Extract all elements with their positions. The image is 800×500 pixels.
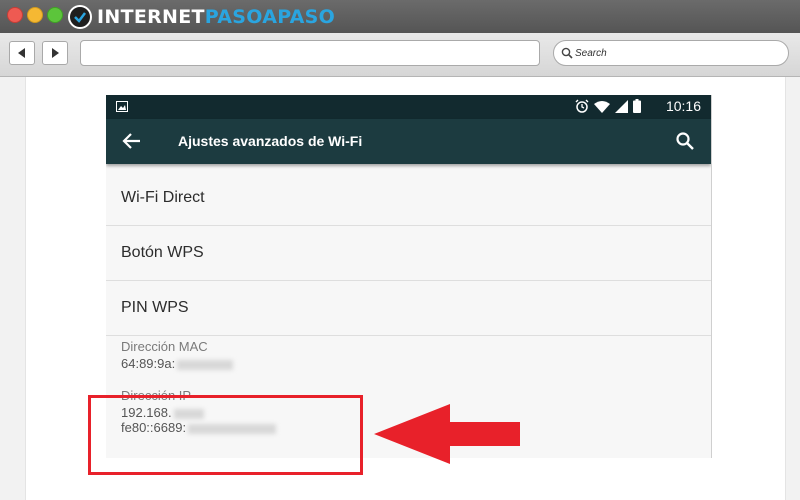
page-title: Ajustes avanzados de Wi-Fi (178, 133, 363, 149)
image-icon (116, 101, 128, 112)
search-icon (561, 47, 573, 59)
highlight-box (88, 395, 363, 475)
setting-wps-pin[interactable]: PIN WPS (106, 281, 711, 336)
close-window-button[interactable] (7, 7, 23, 23)
site-logo: INTERNET PASOAPASO (68, 4, 335, 30)
forward-triangle-icon (52, 48, 59, 58)
search-field[interactable]: Search (553, 40, 789, 66)
back-triangle-icon (18, 48, 25, 58)
setting-label: Wi-Fi Direct (121, 189, 205, 206)
setting-label: PIN WPS (121, 299, 189, 316)
back-button[interactable] (9, 41, 35, 65)
minimize-window-button[interactable] (27, 7, 43, 23)
window-titlebar: INTERNET PASOAPASO (0, 0, 800, 33)
search-placeholder: Search (575, 47, 607, 59)
setting-wps-button[interactable]: Botón WPS (106, 226, 711, 281)
alarm-icon (575, 99, 589, 113)
mac-address-item: Dirección MAC 64:89:9a: (106, 336, 711, 388)
logo-text-pasoapaso: PASOAPASO (204, 6, 336, 28)
page-right-margin (785, 77, 800, 500)
battery-icon (633, 99, 641, 113)
browser-toolbar: Search (0, 33, 800, 77)
search-icon[interactable] (675, 131, 695, 151)
maximize-window-button[interactable] (47, 7, 63, 23)
setting-label: Botón WPS (121, 244, 204, 261)
status-time: 10:16 (665, 98, 701, 114)
logo-check-icon (68, 5, 92, 29)
mac-address-label: Dirección MAC (121, 339, 208, 354)
signal-icon (615, 99, 628, 113)
blurred-text (177, 359, 234, 370)
logo-text-internet: INTERNET (97, 6, 205, 28)
red-arrow-icon (374, 404, 520, 464)
back-arrow-icon[interactable] (122, 131, 142, 151)
forward-button[interactable] (42, 41, 68, 65)
status-bar: 10:16 (106, 95, 711, 119)
wifi-icon (594, 100, 610, 113)
mac-address-value: 64:89:9a: (121, 356, 711, 371)
address-bar[interactable] (80, 40, 540, 66)
setting-wifi-direct[interactable]: Wi-Fi Direct (106, 171, 711, 226)
status-icons (575, 99, 641, 113)
mac-address-visible: 64:89:9a: (121, 356, 176, 371)
app-bar: Ajustes avanzados de Wi-Fi (106, 119, 711, 164)
page-left-margin (0, 77, 26, 500)
